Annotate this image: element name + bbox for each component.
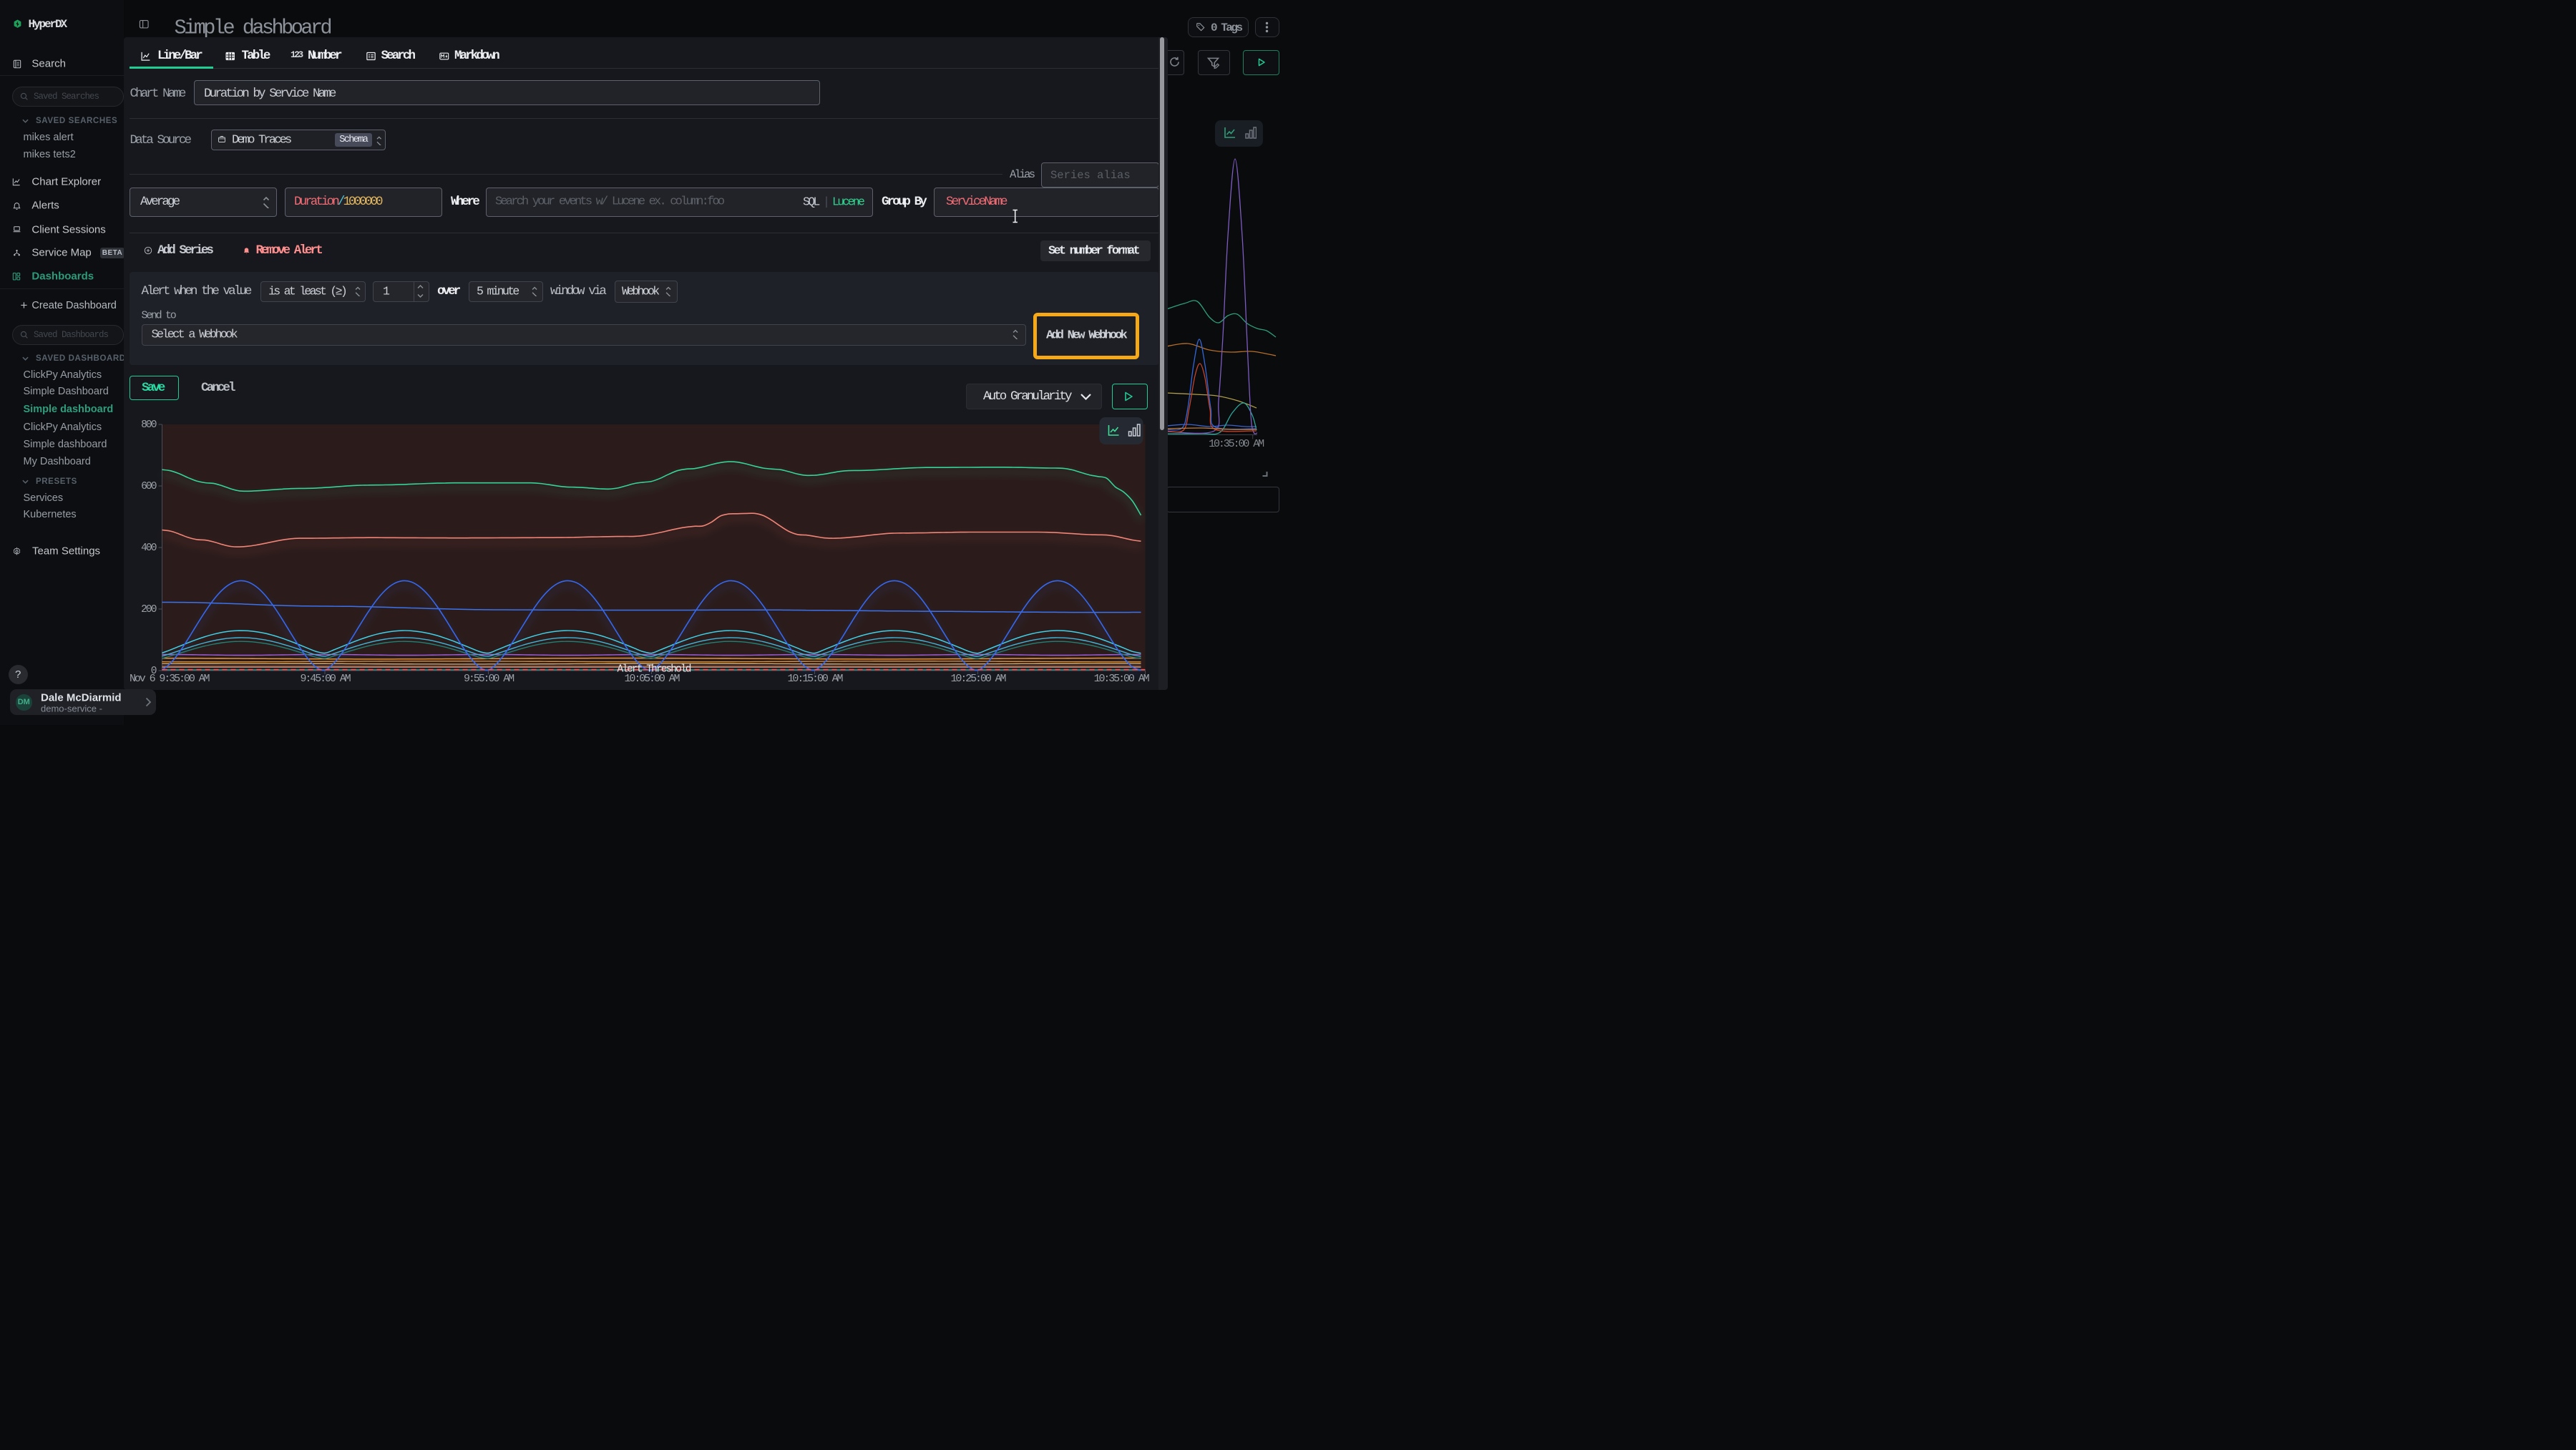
svg-text:600: 600 [141,481,157,492]
svg-text:10:15:00 AM: 10:15:00 AM [787,673,843,685]
svg-text:200: 200 [141,604,157,615]
svg-text:800: 800 [141,419,157,431]
svg-text:10:25:00 AM: 10:25:00 AM [950,673,1006,685]
svg-text:9:45:00 AM: 9:45:00 AM [300,673,351,685]
svg-text:10:35:00 AM: 10:35:00 AM [1209,438,1264,450]
svg-text:9:55:00 AM: 9:55:00 AM [463,673,514,685]
svg-text:400: 400 [141,542,157,554]
svg-text:10:05:00 AM: 10:05:00 AM [624,673,680,685]
svg-text:10:35:00 AM: 10:35:00 AM [1093,673,1149,685]
svg-text:Nov 6 9:35:00 AM: Nov 6 9:35:00 AM [130,673,210,685]
